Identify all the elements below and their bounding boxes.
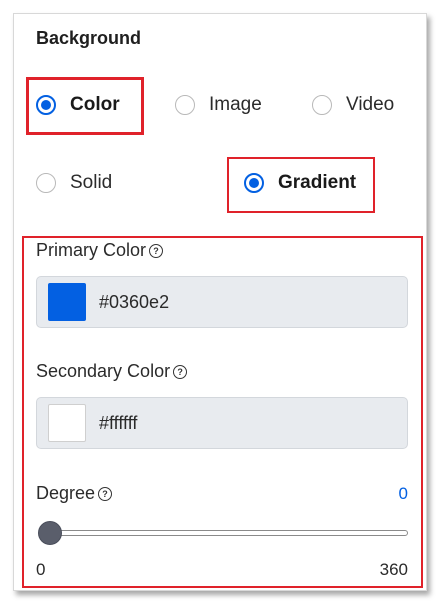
- secondary-color-value: #ffffff: [99, 412, 138, 433]
- degree-value: 0: [398, 484, 408, 503]
- radio-gradient[interactable]: Gradient: [244, 172, 356, 194]
- radio-color-indicator: [36, 95, 56, 115]
- radio-image[interactable]: Image: [175, 94, 262, 116]
- secondary-color-swatch[interactable]: [48, 404, 86, 442]
- degree-label-text: Degree: [36, 483, 96, 503]
- secondary-color-label-text: Secondary Color: [36, 361, 171, 381]
- secondary-color-field[interactable]: #ffffff: [36, 397, 408, 449]
- radio-video-label: Video: [346, 94, 395, 115]
- radio-video-indicator: [312, 95, 332, 115]
- degree-max-label: 360: [379, 560, 408, 579]
- radio-image-indicator: [175, 95, 195, 115]
- help-icon[interactable]: ?: [149, 243, 164, 258]
- radio-solid-label: Solid: [70, 172, 113, 193]
- radio-color[interactable]: Color: [36, 94, 120, 116]
- primary-color-value: #0360e2: [99, 291, 170, 312]
- radio-video[interactable]: Video: [312, 94, 394, 116]
- section-title: Background: [36, 28, 142, 48]
- radio-solid-indicator: [36, 173, 56, 193]
- secondary-color-label: Secondary Color ?: [36, 361, 188, 382]
- primary-color-swatch[interactable]: [48, 283, 86, 321]
- radio-gradient-label: Gradient: [278, 172, 357, 193]
- primary-color-field[interactable]: #0360e2: [36, 276, 408, 328]
- help-icon[interactable]: ?: [173, 364, 188, 379]
- degree-slider-track[interactable]: [44, 530, 408, 536]
- background-settings-panel: Background Color Image Video Solid Gradi…: [13, 13, 427, 591]
- primary-color-label-text: Primary Color: [36, 240, 147, 260]
- radio-image-label: Image: [209, 94, 262, 115]
- degree-slider-thumb[interactable]: [38, 521, 62, 545]
- radio-gradient-indicator: [244, 173, 264, 193]
- radio-solid[interactable]: Solid: [36, 172, 112, 194]
- degree-label: Degree ?: [36, 483, 113, 504]
- degree-min-label: 0: [36, 560, 46, 579]
- help-icon[interactable]: ?: [98, 486, 113, 501]
- primary-color-label: Primary Color ?: [36, 240, 164, 261]
- radio-color-label: Color: [70, 94, 120, 115]
